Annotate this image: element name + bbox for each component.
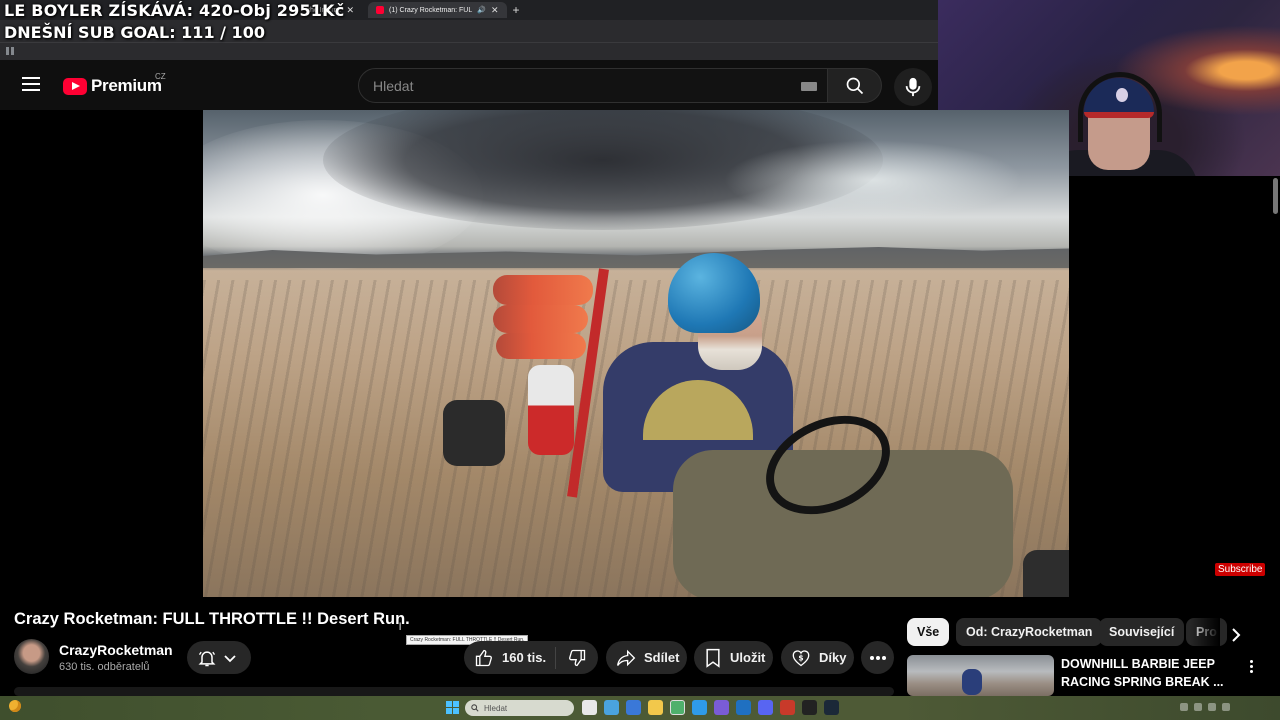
search-box <box>358 68 828 103</box>
channel-name[interactable]: CrazyRocketman <box>59 642 173 658</box>
chrome-icon[interactable] <box>670 700 685 715</box>
page-scrollbar[interactable] <box>1271 176 1280 696</box>
search-icon <box>846 77 863 94</box>
search-icon <box>471 704 479 712</box>
app-icon[interactable] <box>780 700 795 715</box>
windows-start-icon[interactable] <box>446 701 459 714</box>
chevron-right-icon <box>1232 628 1241 642</box>
thumbs-down-icon <box>569 649 586 666</box>
super-thanks-icon: $ <box>792 649 810 666</box>
country-code: CZ <box>155 72 166 81</box>
discord-icon[interactable] <box>758 700 773 715</box>
like-button[interactable]: 160 tis. <box>464 646 556 669</box>
store-icon[interactable] <box>626 700 641 715</box>
thumbs-up-icon <box>475 649 492 666</box>
microphone-icon <box>905 77 921 97</box>
dislike-button[interactable] <box>556 648 598 668</box>
thanks-label: Díky <box>819 650 847 665</box>
subscribe-watermark[interactable]: Subscribe <box>1215 563 1266 576</box>
taskbar-apps <box>582 700 839 715</box>
edge-icon[interactable] <box>692 700 707 715</box>
speaker-icon[interactable]: 🔊 <box>477 6 486 14</box>
svg-text:$: $ <box>798 653 803 662</box>
notification-bell-button[interactable] <box>187 641 251 674</box>
taskbar-search[interactable]: Hledat <box>465 700 574 716</box>
browser-tab-active[interactable]: (1) Crazy Rocketman: FUL 🔊 ✕ <box>368 2 507 18</box>
cart-wheel <box>1023 550 1069 597</box>
mouse-cursor-icon: Ɩ <box>399 622 402 633</box>
keyboard-icon[interactable] <box>801 82 817 91</box>
file-explorer-icon[interactable] <box>648 700 663 715</box>
video-sky-glow <box>723 140 1023 220</box>
bookmarks-bar <box>0 42 938 60</box>
webcam-headset <box>1078 72 1162 142</box>
obs-icon[interactable] <box>802 700 817 715</box>
app-icon[interactable] <box>736 700 751 715</box>
thanks-button[interactable]: $ Díky <box>781 641 854 674</box>
fuel-tank <box>528 365 574 455</box>
share-label: Sdílet <box>644 650 680 665</box>
task-view-icon[interactable] <box>582 700 597 715</box>
video-title: Crazy Rocketman: FULL THROTTLE !! Desert… <box>14 610 410 628</box>
chips-next-button[interactable] <box>1226 625 1246 645</box>
windows-taskbar: Hledat <box>0 696 1280 720</box>
search-button[interactable] <box>828 68 882 103</box>
youtube-premium-logo[interactable]: Premium CZ <box>63 72 166 96</box>
rocket-tube <box>493 305 588 333</box>
share-button[interactable]: Sdílet <box>606 641 687 674</box>
widgets-icon[interactable] <box>604 700 619 715</box>
more-vertical-icon[interactable] <box>1244 658 1258 676</box>
recommended-video-title[interactable]: DOWNHILL BARBIE JEEP RACING SPRING BREAK… <box>1061 655 1241 691</box>
channel-avatar[interactable] <box>14 639 49 674</box>
voice-search-button[interactable] <box>894 68 932 106</box>
rocket-tube <box>496 333 586 359</box>
chip-all[interactable]: Vše <box>907 618 950 646</box>
app-icon[interactable] <box>714 700 729 715</box>
share-icon <box>617 649 636 666</box>
youtube-masthead: Premium CZ <box>0 60 938 110</box>
recommended-video-thumbnail[interactable] <box>907 655 1054 696</box>
close-tab-icon[interactable]: ✕ <box>346 5 354 16</box>
youtube-play-icon <box>63 77 87 95</box>
more-actions-button[interactable] <box>861 641 894 674</box>
youtube-favicon-icon <box>376 6 385 14</box>
save-button[interactable]: Uložit <box>694 641 773 674</box>
more-horizontal-icon <box>869 655 886 660</box>
chip-from-channel[interactable]: Od: CrazyRocketman <box>956 618 1103 646</box>
subscriber-count: 630 tis. odběratelů <box>59 661 150 673</box>
like-count: 160 tis. <box>502 650 547 665</box>
system-tray[interactable] <box>1180 703 1230 711</box>
description-box[interactable] <box>14 687 894 696</box>
rocket-tube <box>493 275 593 305</box>
taskbar-search-placeholder: Hledat <box>484 703 508 713</box>
chevron-down-icon <box>224 654 236 662</box>
steam-icon[interactable] <box>824 700 839 715</box>
like-dislike-group: 160 tis. <box>464 641 598 674</box>
video-player[interactable] <box>203 110 1069 597</box>
bookmark-icon <box>706 648 720 668</box>
chip-fade <box>1190 616 1220 648</box>
stream-overlay-donation: LE BOYLER ZÍSKÁVÁ: 420-Obj 2951Kč <box>4 1 345 20</box>
new-tab-icon[interactable]: + <box>513 3 520 17</box>
close-tab-icon[interactable]: ✕ <box>491 5 499 16</box>
menu-icon[interactable] <box>22 77 40 91</box>
stream-overlay-sub-goal: DNEŠNÍ SUB GOAL: 111 / 100 <box>4 23 265 42</box>
tab-label: (1) Crazy Rocketman: FUL <box>389 6 473 14</box>
cart-wheel <box>443 400 505 466</box>
scrollbar-thumb[interactable] <box>1273 178 1278 214</box>
bell-icon <box>198 650 216 666</box>
apps-grid-icon[interactable] <box>6 47 14 55</box>
search-input[interactable] <box>359 69 781 102</box>
logo-text: Premium <box>91 76 162 95</box>
save-label: Uložit <box>730 650 766 665</box>
weather-icon[interactable] <box>9 700 21 712</box>
chip-related[interactable]: Související <box>1099 618 1185 646</box>
